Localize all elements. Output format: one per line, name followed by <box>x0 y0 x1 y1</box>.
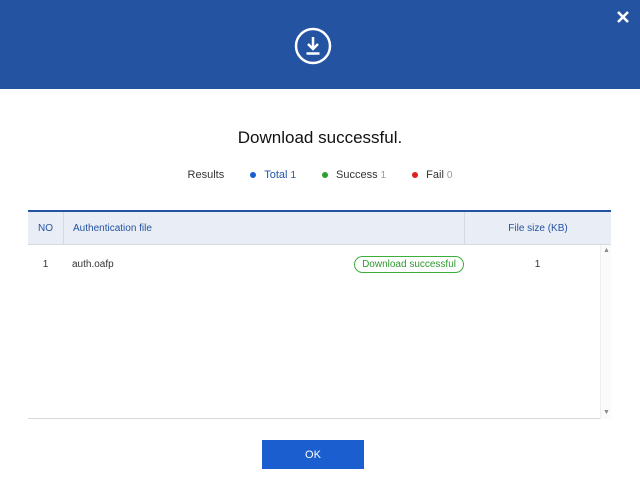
success-label: Success <box>336 169 378 181</box>
ok-button[interactable]: OK <box>262 440 364 469</box>
total-count: 1 <box>290 169 297 181</box>
row-no: 1 <box>42 258 49 270</box>
row-file-name: auth.oafp <box>72 258 114 270</box>
total-label: Total <box>264 169 288 181</box>
scroll-down-icon[interactable]: ▼ <box>603 409 610 417</box>
status-badge: Download successful <box>354 255 464 273</box>
close-icon <box>617 11 629 23</box>
column-header-no: NO <box>38 222 53 234</box>
total-dot <box>250 172 257 178</box>
results-label: Results <box>187 169 225 181</box>
results-summary: Results Total 1 Success 1 Fail 0 <box>0 167 640 183</box>
fail-stat: Fail 0 <box>412 169 452 181</box>
dialog-header <box>0 0 640 89</box>
fail-dot <box>412 172 419 178</box>
total-stat: Total 1 <box>250 169 296 181</box>
download-icon <box>294 27 332 65</box>
vertical-scrollbar[interactable]: ▲ ▼ <box>600 245 611 419</box>
table-header: NO Authentication file File size (KB) <box>28 211 611 245</box>
table-body[interactable]: 1 auth.oafp Download successful 1 ▲ ▼ <box>28 245 611 419</box>
dialog-title: Download successful. <box>237 128 403 147</box>
success-dot <box>322 172 329 178</box>
fail-label: Fail <box>426 169 444 181</box>
column-header-size: File size (KB) <box>464 211 611 245</box>
success-stat: Success 1 <box>322 169 386 181</box>
scroll-up-icon[interactable]: ▲ <box>603 247 610 255</box>
close-button[interactable] <box>612 6 634 28</box>
table-row: 1 auth.oafp Download successful 1 <box>28 245 611 283</box>
success-count: 1 <box>380 169 387 181</box>
row-file-cell: auth.oafp Download successful <box>63 255 464 273</box>
fail-count: 0 <box>446 169 453 181</box>
column-header-file: Authentication file <box>63 211 464 245</box>
results-table: NO Authentication file File size (KB) 1 … <box>28 210 611 419</box>
row-file-size: 1 <box>534 258 541 270</box>
